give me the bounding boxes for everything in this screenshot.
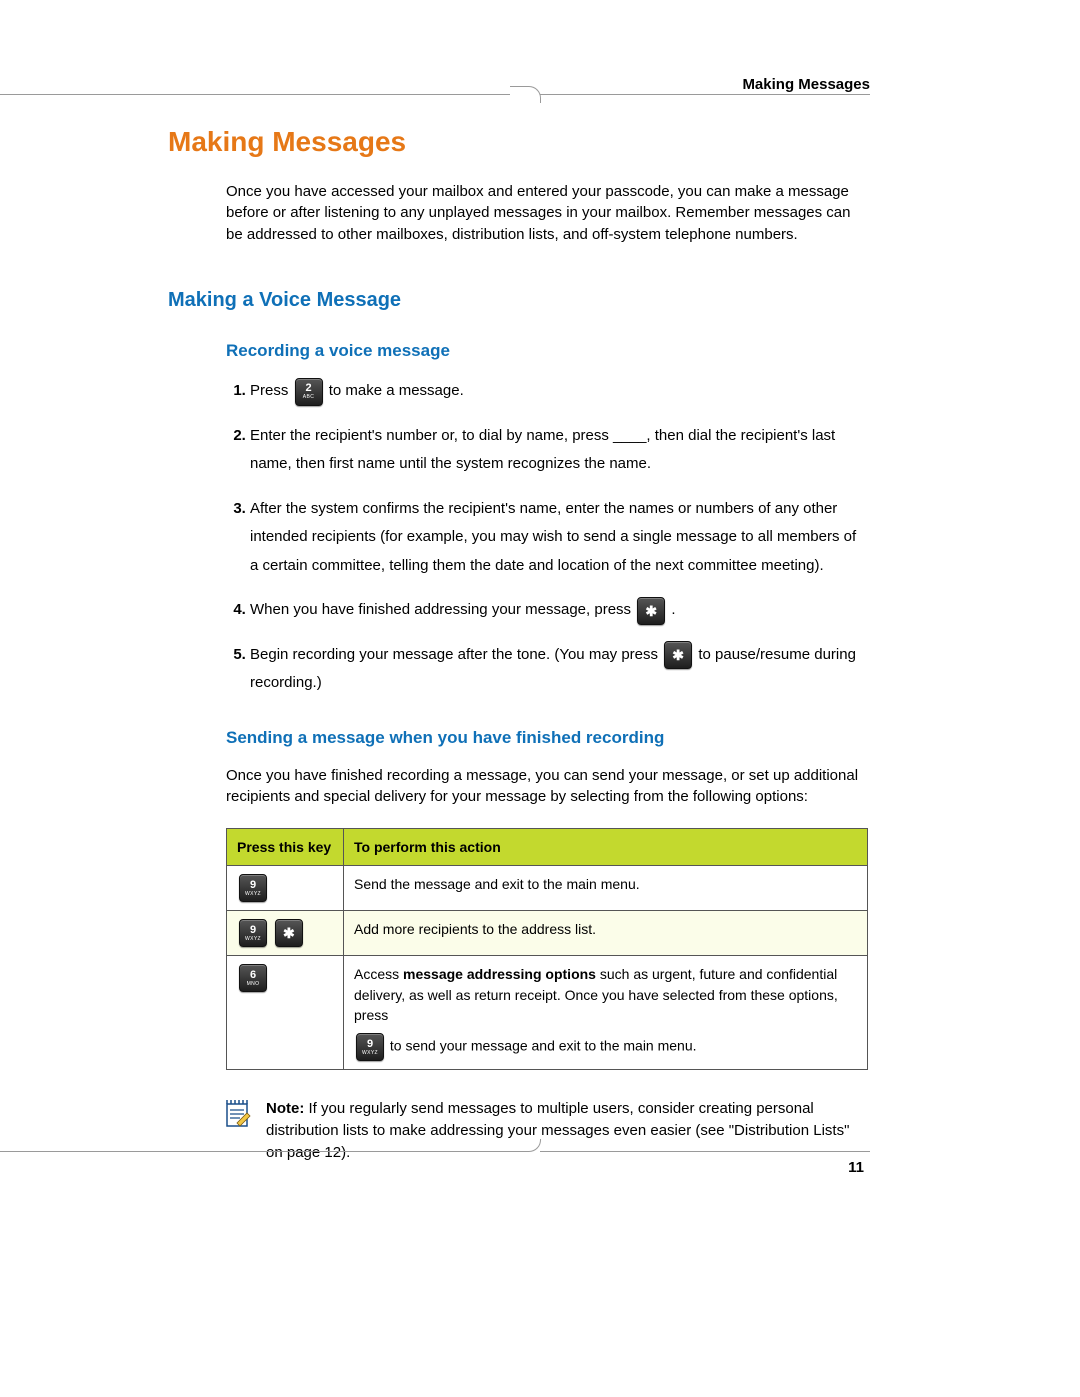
key-digit: 6 bbox=[250, 970, 256, 981]
step-2: Enter the recipient's number or, to dial… bbox=[250, 422, 868, 479]
key-sub: WXYZ bbox=[362, 1051, 378, 1056]
header-rule bbox=[0, 94, 510, 95]
key-action-table: Press this key To perform this action 9 … bbox=[226, 828, 868, 1070]
header-rule bbox=[540, 94, 870, 95]
phone-key-9-icon: 9 WXYZ bbox=[239, 874, 267, 902]
running-head: Making Messages bbox=[742, 74, 870, 96]
key-digit: 2 bbox=[305, 383, 311, 394]
phone-key-star-icon: ✱ bbox=[275, 919, 303, 947]
action-cell: Add more recipients to the address list. bbox=[344, 911, 868, 956]
action-bold: message addressing options bbox=[403, 966, 596, 982]
step-1: Press 2 ABC to make a message. bbox=[250, 377, 868, 406]
key-digit: ✱ bbox=[645, 604, 657, 618]
document-page: Making Messages Making Messages Once you… bbox=[0, 0, 1080, 1397]
key-cell: 6 MNO bbox=[227, 956, 344, 1070]
key-digit: ✱ bbox=[672, 648, 684, 662]
key-digit: ✱ bbox=[283, 926, 295, 940]
intro-paragraph: Once you have accessed your mailbox and … bbox=[226, 181, 868, 246]
subsection-heading-recording: Recording a voice message bbox=[226, 339, 868, 364]
action-cell: Access message addressing options such a… bbox=[344, 956, 868, 1070]
step-text: Begin recording your message after the t… bbox=[250, 646, 662, 663]
page-number: 11 bbox=[848, 1157, 864, 1179]
key-cell: 9 WXYZ bbox=[227, 866, 344, 911]
key-sub: ABC bbox=[303, 395, 314, 400]
action-inline-key: 9 WXYZ to send your message and exit to … bbox=[354, 1033, 857, 1061]
subsection-heading-sending: Sending a message when you have finished… bbox=[226, 726, 868, 751]
col-header-action: To perform this action bbox=[344, 829, 868, 866]
step-text: When you have finished addressing your m… bbox=[250, 601, 635, 618]
phone-key-6-icon: 6 MNO bbox=[239, 964, 267, 992]
step-text: . bbox=[671, 601, 675, 618]
step-5: Begin recording your message after the t… bbox=[250, 641, 868, 698]
key-digit: 9 bbox=[250, 880, 256, 891]
phone-key-star-icon: ✱ bbox=[637, 597, 665, 625]
key-sub: WXYZ bbox=[245, 937, 261, 942]
phone-key-2-icon: 2 ABC bbox=[295, 378, 323, 406]
action-text: to send your message and exit to the mai… bbox=[390, 1038, 697, 1054]
key-cell: 9 WXYZ ✱ bbox=[227, 911, 344, 956]
key-action-table-wrap: Press this key To perform this action 9 … bbox=[226, 828, 868, 1070]
phone-key-star-icon: ✱ bbox=[664, 641, 692, 669]
content-area: Making Messages Once you have accessed y… bbox=[168, 122, 868, 1164]
recording-steps-list: Press 2 ABC to make a message. Enter the… bbox=[226, 377, 868, 698]
note-text: Note: If you regularly send messages to … bbox=[266, 1098, 868, 1163]
note-label: Note: bbox=[266, 1100, 304, 1117]
section-heading-voice-message: Making a Voice Message bbox=[168, 286, 868, 315]
phone-key-9-icon: 9 WXYZ bbox=[239, 919, 267, 947]
step-text: to make a message. bbox=[329, 382, 464, 399]
footer-rule bbox=[0, 1151, 510, 1152]
subsection-recording: Recording a voice message Press 2 ABC to… bbox=[226, 339, 868, 751]
phone-key-9-icon: 9 WXYZ bbox=[356, 1033, 384, 1061]
table-row: 9 WXYZ ✱ Add more recipients to the addr… bbox=[227, 911, 868, 956]
table-header-row: Press this key To perform this action bbox=[227, 829, 868, 866]
table-row: 6 MNO Access message addressing options … bbox=[227, 956, 868, 1070]
key-sub: MNO bbox=[247, 982, 260, 987]
table-row: 9 WXYZ Send the message and exit to the … bbox=[227, 866, 868, 911]
note-icon bbox=[226, 1098, 252, 1128]
chapter-title: Making Messages bbox=[168, 122, 868, 163]
footer-rule bbox=[540, 1151, 870, 1152]
step-3: After the system confirms the recipient'… bbox=[250, 495, 868, 581]
action-text: Access bbox=[354, 966, 403, 982]
action-cell: Send the message and exit to the main me… bbox=[344, 866, 868, 911]
key-sub: WXYZ bbox=[245, 892, 261, 897]
key-digit: 9 bbox=[367, 1039, 373, 1050]
key-digit: 9 bbox=[250, 925, 256, 936]
header-rule-notch bbox=[510, 86, 541, 103]
sending-intro: Once you have finished recording a messa… bbox=[226, 765, 868, 809]
step-text: Press bbox=[250, 382, 293, 399]
step-4: When you have finished addressing your m… bbox=[250, 596, 868, 625]
note-block: Note: If you regularly send messages to … bbox=[226, 1098, 868, 1163]
col-header-key: Press this key bbox=[227, 829, 344, 866]
